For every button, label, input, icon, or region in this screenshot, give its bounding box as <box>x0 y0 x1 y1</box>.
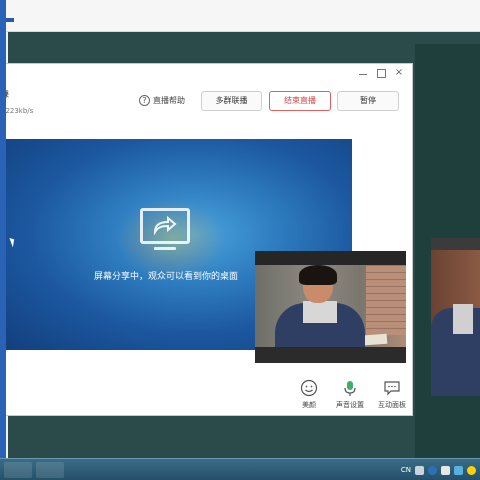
live-stream-window: × 课 · 223kb/s ? 直播帮助 多群联播 结束直播 暂停 屏幕分享中，… <box>0 63 413 416</box>
background-window-edge <box>0 0 6 460</box>
screen-share-icon-stand <box>154 247 176 250</box>
network-icon[interactable] <box>454 465 463 475</box>
maximize-button[interactable] <box>376 68 386 78</box>
interaction-panel-button[interactable]: 互动面板 <box>372 379 412 410</box>
microphone-icon <box>344 381 356 396</box>
end-live-button[interactable]: 结束直播 <box>269 91 331 111</box>
smile-icon <box>300 379 318 397</box>
camera-ceiling <box>255 251 406 265</box>
pause-button[interactable]: 暂停 <box>337 91 399 111</box>
interaction-panel-label: 互动面板 <box>378 401 406 409</box>
taskbar-item[interactable] <box>36 462 64 478</box>
close-button[interactable]: × <box>394 68 404 78</box>
camera-desk <box>255 347 406 363</box>
beauty-label: 美颜 <box>302 401 316 409</box>
tray-app-icon[interactable] <box>441 465 450 475</box>
help-link[interactable]: ? 直播帮助 <box>139 95 185 106</box>
chat-bubble-icon <box>384 381 400 396</box>
secondary-camera-preview[interactable] <box>431 238 480 396</box>
help-icon: ? <box>139 95 150 106</box>
window-controls: × <box>358 68 404 78</box>
keyboard-icon[interactable] <box>415 465 424 475</box>
beauty-button[interactable]: 美颜 <box>289 379 329 410</box>
taskbar-item[interactable] <box>4 462 32 478</box>
taskbar: CN <box>0 458 480 480</box>
camera-person-hair <box>299 265 337 285</box>
background-window-top <box>0 0 480 32</box>
system-tray: CN <box>401 461 480 479</box>
camera-brick-wall <box>366 265 406 335</box>
minimize-button[interactable] <box>358 68 368 78</box>
camera-preview[interactable] <box>255 251 406 363</box>
audio-settings-label: 声音设置 <box>336 401 364 409</box>
input-method-indicator[interactable]: CN <box>401 466 411 474</box>
mouse-cursor-icon <box>9 236 17 248</box>
camera-person-collar <box>303 301 337 323</box>
help-label: 直播帮助 <box>153 96 185 105</box>
help-tray-icon[interactable] <box>428 465 437 475</box>
share-arrow-icon <box>153 215 177 235</box>
multi-group-button[interactable]: 多群联播 <box>201 91 262 111</box>
audio-settings-button[interactable]: 声音设置 <box>330 379 370 410</box>
secondary-camera-person-collar <box>453 304 473 334</box>
notification-icon[interactable] <box>467 465 476 475</box>
